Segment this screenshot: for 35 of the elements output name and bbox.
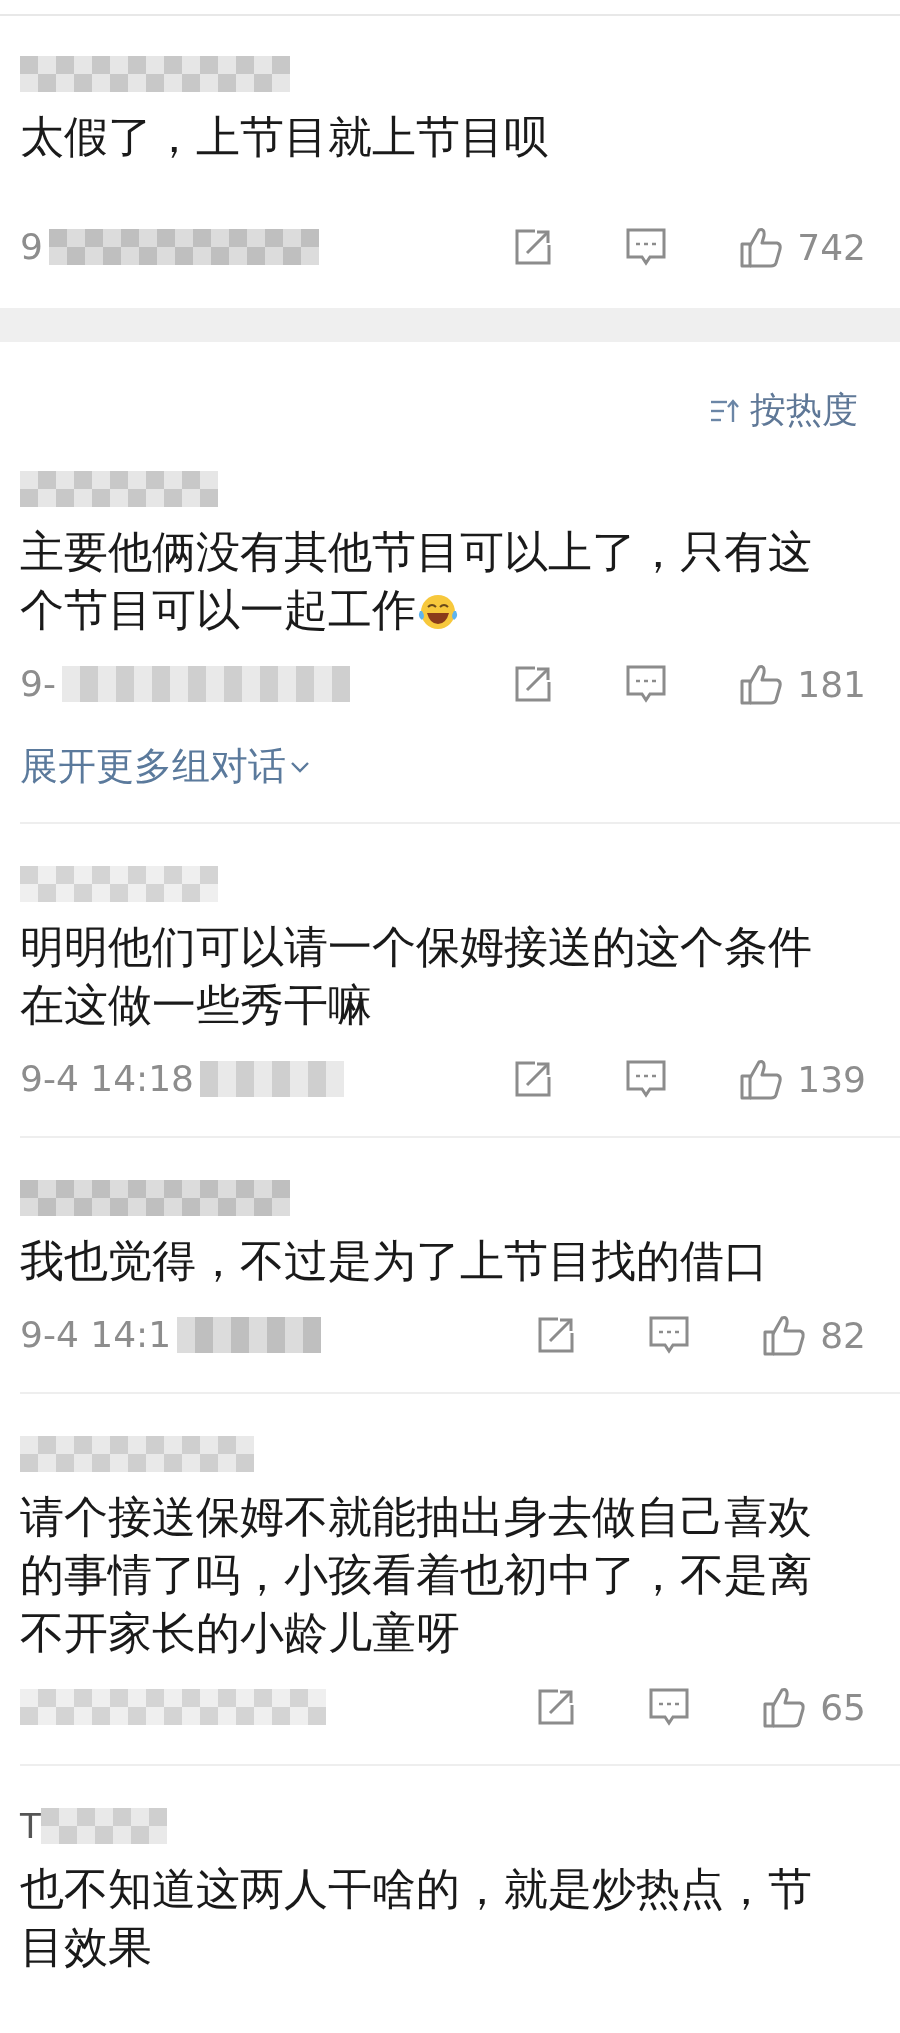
like-button[interactable]: 181: [739, 662, 866, 706]
thumbs-up-icon: [739, 1057, 784, 1101]
comment-text: 明明他们可以请一个保姆接送的这个条件在这做一些秀干嘛: [20, 921, 812, 1030]
like-button[interactable]: 742: [739, 225, 866, 269]
comment-icon[interactable]: [625, 663, 668, 705]
sort-icon: [710, 397, 740, 424]
comment-icon[interactable]: [648, 1314, 691, 1356]
comment-text: 请个接送保姆不就能抽出身去做自己喜欢的事情了吗，小孩看着也初中了，不是离不开家长的小龄儿童呀: [20, 1491, 812, 1658]
comment-text: 我也觉得，不过是为了上节目找的借口: [20, 1235, 768, 1286]
comment-time: 9-: [20, 662, 56, 706]
like-button[interactable]: 139: [739, 1057, 866, 1101]
comment-text: 主要他俩没有其他节目可以上了，只有这个节目可以一起工作: [20, 526, 812, 635]
comment-text: 太假了，上节目就上节目呗: [20, 111, 548, 162]
expand-link[interactable]: 展开更多组对话: [20, 741, 310, 792]
thumbs-up-icon: [739, 225, 784, 269]
share-icon[interactable]: [513, 227, 554, 267]
like-button[interactable]: 82: [762, 1313, 866, 1357]
comment-icon[interactable]: [648, 1686, 691, 1728]
share-icon[interactable]: [513, 664, 554, 704]
share-icon[interactable]: [536, 1315, 577, 1355]
thumbs-up-icon: [762, 1313, 807, 1357]
comment-time: 9-4 14:18: [20, 1057, 194, 1101]
like-button[interactable]: 65: [762, 1685, 866, 1729]
user-name: T: [20, 1806, 41, 1846]
thumbs-up-icon: [739, 662, 784, 706]
comment-time: 9-4 14:1: [20, 1313, 172, 1357]
comment-time: 9: [20, 225, 43, 269]
share-icon[interactable]: [536, 1687, 577, 1727]
comment-icon[interactable]: [625, 226, 668, 268]
thumbs-up-icon: [762, 1685, 807, 1729]
comment-text: 也不知道这两人干啥的，就是炒热点，节目效果: [20, 1863, 812, 1972]
comment-icon[interactable]: [625, 1058, 668, 1100]
share-icon[interactable]: [513, 1059, 554, 1099]
sort-button[interactable]: 按热度: [710, 386, 858, 435]
chevron-down-icon: [290, 759, 310, 774]
